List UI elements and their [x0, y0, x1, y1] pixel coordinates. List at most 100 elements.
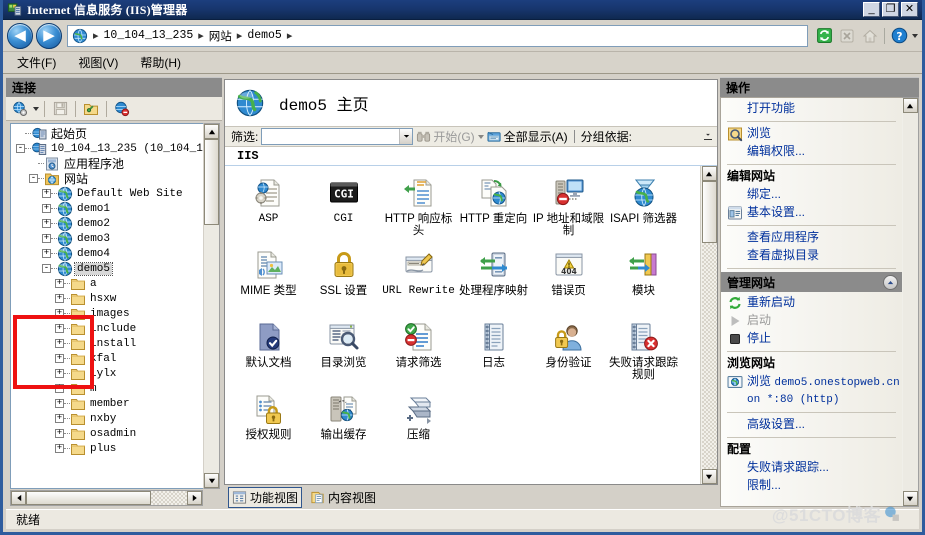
disconnect-icon[interactable]: [112, 99, 132, 119]
feature-item[interactable]: 默认文档: [231, 317, 306, 389]
tree-item[interactable]: + demo2: [13, 216, 203, 231]
scroll-right-arrow[interactable]: [187, 490, 202, 505]
tree-item[interactable]: + hsxw: [13, 291, 203, 306]
expand-node-icon[interactable]: +: [42, 204, 51, 213]
action-item[interactable]: 高级设置...: [721, 416, 902, 434]
tree-item[interactable]: 应用程序池: [13, 156, 203, 171]
tree-item[interactable]: + demo4: [13, 246, 203, 261]
breadcrumb-item-demo5[interactable]: demo5: [247, 29, 282, 42]
feature-item[interactable]: 输出缓存: [306, 389, 381, 461]
collapse-node-icon[interactable]: -: [29, 174, 38, 183]
scroll-thumb[interactable]: [204, 139, 219, 225]
maximize-button[interactable]: ❐: [882, 2, 899, 17]
help-dropdown-caret[interactable]: [912, 33, 918, 38]
collapse-node-icon[interactable]: -: [16, 144, 25, 153]
tree-item[interactable]: + demo1: [13, 201, 203, 216]
expand-node-icon[interactable]: +: [55, 309, 64, 318]
tree-item[interactable]: + kfal: [13, 351, 203, 366]
scroll-down-arrow[interactable]: [902, 491, 918, 506]
expand-node-icon[interactable]: +: [55, 294, 64, 303]
expand-node-icon[interactable]: +: [42, 234, 51, 243]
show-all-button[interactable]: 全部显示(A): [487, 128, 568, 145]
scroll-left-arrow[interactable]: [11, 490, 26, 505]
feature-item[interactable]: 失败请求跟踪规则: [606, 317, 681, 389]
tree-item[interactable]: - 10_104_13_235 (10_104_1:: [13, 141, 203, 156]
expand-node-icon[interactable]: +: [55, 279, 64, 288]
close-button[interactable]: ✕: [901, 2, 918, 17]
expand-node-icon[interactable]: +: [55, 429, 64, 438]
feature-item[interactable]: ISAPI 筛选器: [606, 173, 681, 245]
features-grid[interactable]: ASP CGI CGI HTTP 响应标头 HTTP 重定向 IP 地址和域限制 ISAPI…: [225, 166, 700, 484]
expand-node-icon[interactable]: +: [42, 219, 51, 228]
expand-node-icon[interactable]: +: [55, 324, 64, 333]
action-item[interactable]: 查看虚拟目录: [721, 247, 902, 265]
tree-item[interactable]: + member: [13, 396, 203, 411]
expand-node-icon[interactable]: +: [55, 369, 64, 378]
filter-go-dropdown-caret[interactable]: [477, 134, 484, 139]
feature-item[interactable]: 处理程序映射: [456, 245, 531, 317]
tree-item[interactable]: + a: [13, 276, 203, 291]
tree-horizontal-scrollbar[interactable]: [10, 489, 203, 506]
back-button[interactable]: ◀: [7, 22, 33, 49]
connect-globe-icon[interactable]: [10, 99, 30, 119]
feature-item[interactable]: 身份验证: [531, 317, 606, 389]
tree-item[interactable]: + nxby: [13, 411, 203, 426]
action-item[interactable]: 停止: [721, 330, 902, 348]
scroll-down-arrow[interactable]: [701, 469, 717, 484]
features-vertical-scrollbar[interactable]: [700, 166, 717, 484]
expand-node-icon[interactable]: +: [55, 384, 64, 393]
feature-item[interactable]: 日志: [456, 317, 531, 389]
tree-item[interactable]: - demo5: [13, 261, 203, 276]
actions-vertical-scrollbar[interactable]: [902, 97, 919, 507]
feature-item[interactable]: IP 地址和域限制: [531, 173, 606, 245]
refresh-icon[interactable]: [814, 26, 834, 46]
tree-item[interactable]: - 网站: [13, 171, 203, 186]
action-item[interactable]: 限制...: [721, 477, 902, 495]
expand-node-icon[interactable]: +: [55, 444, 64, 453]
scroll-thumb-horizontal[interactable]: [26, 490, 151, 505]
minimize-button[interactable]: _: [863, 2, 880, 17]
menu-file[interactable]: 文件(F): [17, 54, 56, 71]
connect-to-site-icon[interactable]: [81, 99, 101, 119]
action-item[interactable]: 启动: [721, 312, 902, 330]
expand-node-icon[interactable]: +: [55, 339, 64, 348]
action-item[interactable]: 重新启动: [721, 294, 902, 312]
toolbar-dropdown-caret[interactable]: [33, 106, 39, 111]
tree-item[interactable]: + lylx: [13, 366, 203, 381]
scroll-up-arrow[interactable]: [902, 98, 918, 113]
action-item[interactable]: 浏览: [721, 125, 902, 143]
filter-go-button[interactable]: 开始(G): [416, 128, 475, 145]
feature-item[interactable]: 请求筛选: [381, 317, 456, 389]
action-item[interactable]: 编辑权限...: [721, 143, 902, 161]
feature-item[interactable]: 模块: [606, 245, 681, 317]
scroll-track-horizontal[interactable]: [151, 490, 187, 505]
tree-item[interactable]: + install: [13, 336, 203, 351]
collapse-node-icon[interactable]: -: [42, 264, 51, 273]
expand-node-icon[interactable]: +: [42, 249, 51, 258]
menu-view[interactable]: 视图(V): [78, 54, 118, 71]
connections-tree[interactable]: 起始页 - 10_104_13_235 (10_104_1: 应用程序池 - 网站 + Def…: [10, 123, 203, 489]
tree-item[interactable]: + m: [13, 381, 203, 396]
action-item[interactable]: 基本设置...: [721, 204, 902, 222]
feature-item[interactable]: 授权规则: [231, 389, 306, 461]
overflow-chevron-icon[interactable]: [704, 133, 715, 140]
feature-item[interactable]: 压缩: [381, 389, 456, 461]
feature-item[interactable]: 404 错误页: [531, 245, 606, 317]
feature-item[interactable]: URL Rewrite: [381, 245, 456, 317]
feature-item[interactable]: HTTP 重定向: [456, 173, 531, 245]
tree-item[interactable]: + Default Web Site: [13, 186, 203, 201]
chevron-up-icon[interactable]: [883, 274, 898, 290]
tree-item[interactable]: + images: [13, 306, 203, 321]
expand-node-icon[interactable]: +: [55, 399, 64, 408]
breadcrumb-item-server[interactable]: 10_104_13_235: [104, 29, 194, 42]
menu-help[interactable]: 帮助(H): [140, 54, 181, 71]
scroll-thumb[interactable]: [701, 181, 717, 243]
filter-input[interactable]: [261, 128, 414, 145]
scroll-up-arrow[interactable]: [701, 166, 717, 181]
scroll-up-arrow[interactable]: [204, 124, 219, 139]
feature-item[interactable]: MIME 类型: [231, 245, 306, 317]
tree-item[interactable]: + include: [13, 321, 203, 336]
scroll-down-arrow[interactable]: [204, 473, 219, 488]
tree-item[interactable]: + plus: [13, 441, 203, 456]
group-by-label[interactable]: 分组依据:: [581, 128, 632, 145]
